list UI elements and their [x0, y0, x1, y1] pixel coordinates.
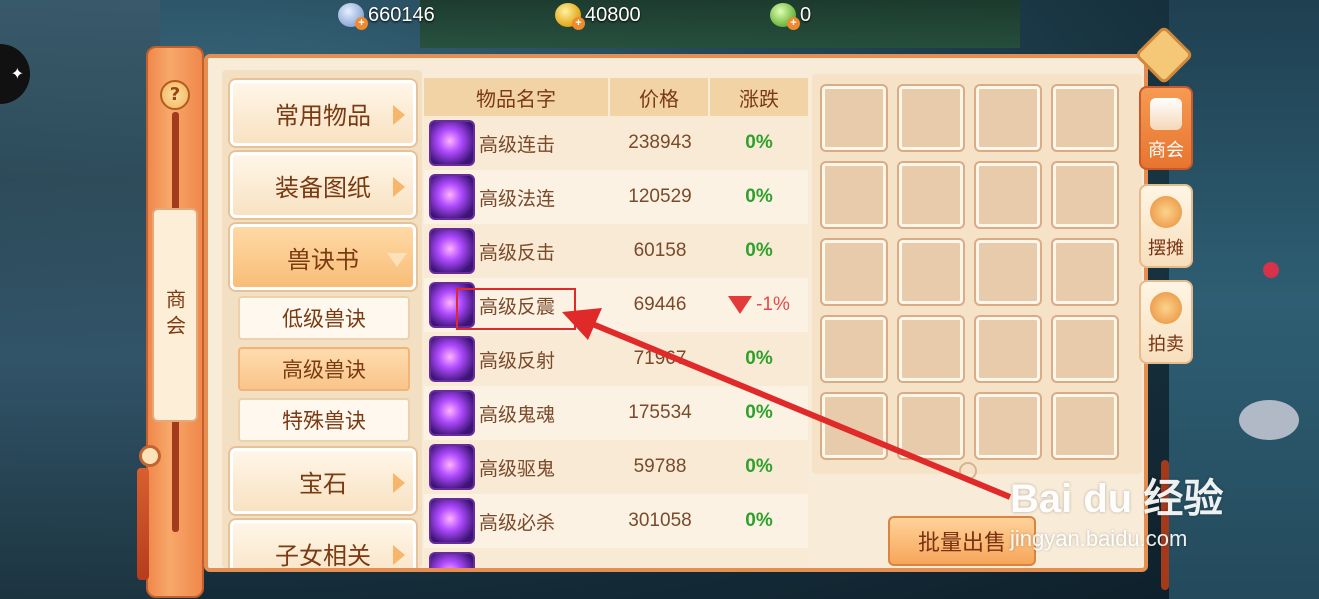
baidu-url: jingyan.baidu.com [1010, 526, 1188, 551]
baidu-watermark: Bai du 经验 jingyan.baidu.com [1010, 466, 1223, 552]
baidu-logo: Bai du 经验 [1010, 477, 1224, 521]
